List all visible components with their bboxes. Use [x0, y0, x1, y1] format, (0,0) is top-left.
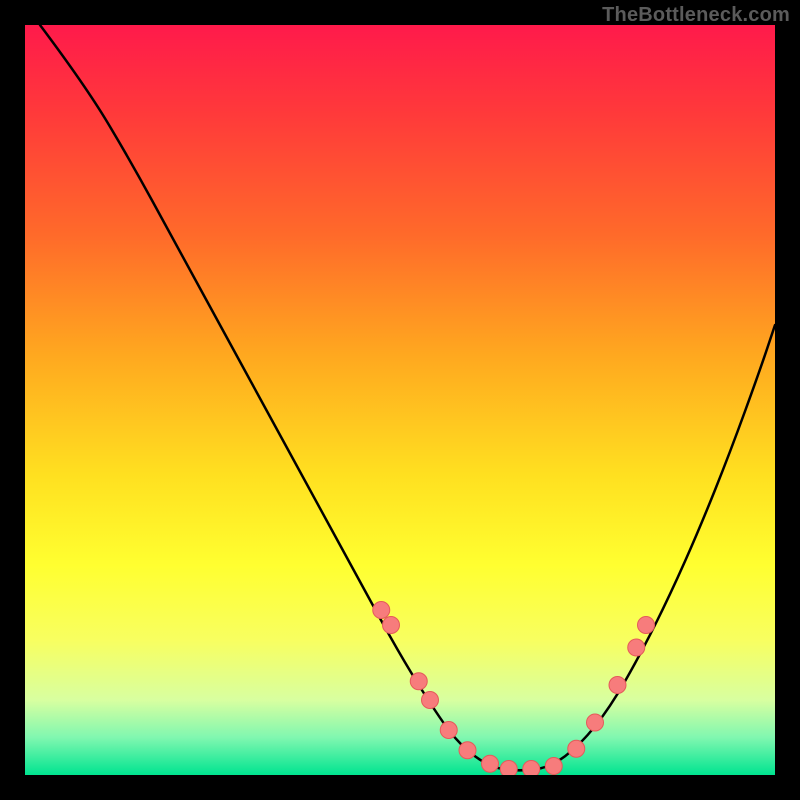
- chart-frame: TheBottleneck.com: [0, 0, 800, 800]
- plot-background: [25, 25, 775, 775]
- attribution-text: TheBottleneck.com: [602, 4, 790, 27]
